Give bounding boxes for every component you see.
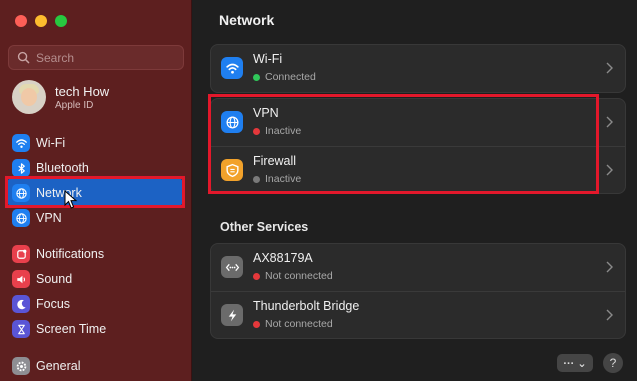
main-pane: Network Wi-Fi Connected VPN Inactive Fir… [193, 0, 637, 381]
search-field[interactable] [8, 45, 184, 70]
globe-icon [12, 184, 30, 202]
gear-icon [12, 357, 30, 375]
sidebar-item-label: General [36, 359, 81, 373]
chevron-right-icon [606, 116, 613, 128]
status-dot [253, 175, 260, 183]
sidebar-item-label: VPN [36, 211, 62, 225]
sidebar-item-label: Notifications [36, 247, 105, 261]
firewall-icon [221, 159, 243, 181]
close-window-button[interactable] [15, 15, 27, 27]
chevron-right-icon [606, 164, 613, 176]
sidebar-item-label: Focus [36, 297, 71, 311]
speaker-icon [12, 270, 30, 288]
sidebar-item-bluetooth[interactable]: Bluetooth [12, 157, 182, 179]
service-status-text: Inactive [265, 173, 302, 185]
globe-icon [12, 209, 30, 227]
service-title: Firewall [253, 154, 297, 168]
help-button[interactable]: ? [603, 353, 623, 373]
service-status-text: Connected [265, 71, 316, 83]
service-status: Not connected [253, 318, 333, 330]
service-title: AX88179A [253, 251, 313, 265]
service-status-text: Not connected [265, 318, 333, 330]
wifi-icon [12, 134, 30, 152]
service-row-ax88179a[interactable]: AX88179A Not connected [211, 244, 625, 291]
sidebar-item-network[interactable]: Network [12, 182, 182, 204]
chevron-right-icon [606, 62, 613, 74]
sidebar-item-focus[interactable]: Focus [12, 293, 182, 315]
account-subtitle: Apple ID [55, 99, 94, 111]
service-title: Thunderbolt Bridge [253, 299, 360, 313]
sidebar-item-label: Sound [36, 272, 73, 286]
moon-icon [12, 295, 30, 313]
status-dot [253, 127, 260, 135]
security-services-group: VPN Inactive Firewall Inactive [210, 98, 626, 194]
sidebar-item-vpn[interactable]: VPN [12, 207, 182, 229]
sidebar-item-sound[interactable]: Sound [12, 268, 182, 290]
thunderbolt-icon [221, 304, 243, 326]
service-row-firewall[interactable]: Firewall Inactive [211, 146, 625, 193]
apple-id-account[interactable]: tech How Apple ID [12, 80, 109, 114]
chevron-right-icon [606, 261, 613, 273]
service-title: Wi-Fi [253, 52, 283, 66]
service-status-text: Not connected [265, 270, 333, 282]
minimize-window-button[interactable] [35, 15, 47, 27]
avatar [12, 80, 46, 114]
ethernet-icon [221, 256, 243, 278]
search-input[interactable] [36, 50, 176, 65]
service-status: Inactive [253, 125, 301, 137]
sidebar-item-notifications[interactable]: Notifications [12, 243, 182, 265]
account-name: tech How [55, 83, 110, 99]
service-title: VPN [253, 106, 279, 120]
service-status: Connected [253, 71, 316, 83]
sidebar-item-general[interactable]: General [12, 355, 182, 377]
service-row-wifi[interactable]: Wi-Fi Connected [211, 45, 625, 92]
wifi-icon [221, 57, 243, 79]
status-dot [253, 272, 260, 280]
window-controls [15, 15, 67, 27]
bluetooth-icon [12, 159, 30, 177]
globe-icon [221, 111, 243, 133]
service-row-thunderbolt-bridge[interactable]: Thunderbolt Bridge Not connected [211, 291, 625, 338]
section-title-other-services: Other Services [220, 220, 309, 234]
hourglass-icon [12, 320, 30, 338]
more-actions-button[interactable]: ··· ⌄ [557, 354, 593, 372]
sidebar-item-label: Bluetooth [36, 161, 89, 175]
zoom-window-button[interactable] [55, 15, 67, 27]
sidebar-item-label: Wi-Fi [36, 136, 66, 150]
service-row-vpn[interactable]: VPN Inactive [211, 99, 625, 146]
status-dot [253, 320, 260, 328]
service-status: Not connected [253, 270, 333, 282]
bell-icon [12, 245, 30, 263]
sidebar-item-screen-time[interactable]: Screen Time [12, 318, 182, 340]
sidebar-item-wifi[interactable]: Wi-Fi [12, 132, 182, 154]
status-dot [253, 73, 260, 81]
sidebar-item-label: Screen Time [36, 322, 107, 336]
sidebar: tech How Apple ID Wi-Fi Bluetooth Networ… [0, 0, 192, 381]
search-icon [17, 51, 30, 64]
other-services-group: AX88179A Not connected Thunderbolt Bridg… [210, 243, 626, 339]
chevron-right-icon [606, 309, 613, 321]
page-title: Network [219, 12, 275, 28]
mouse-pointer-icon [64, 190, 78, 209]
primary-services-group: Wi-Fi Connected [210, 44, 626, 93]
service-status: Inactive [253, 173, 301, 185]
service-status-text: Inactive [265, 125, 302, 137]
